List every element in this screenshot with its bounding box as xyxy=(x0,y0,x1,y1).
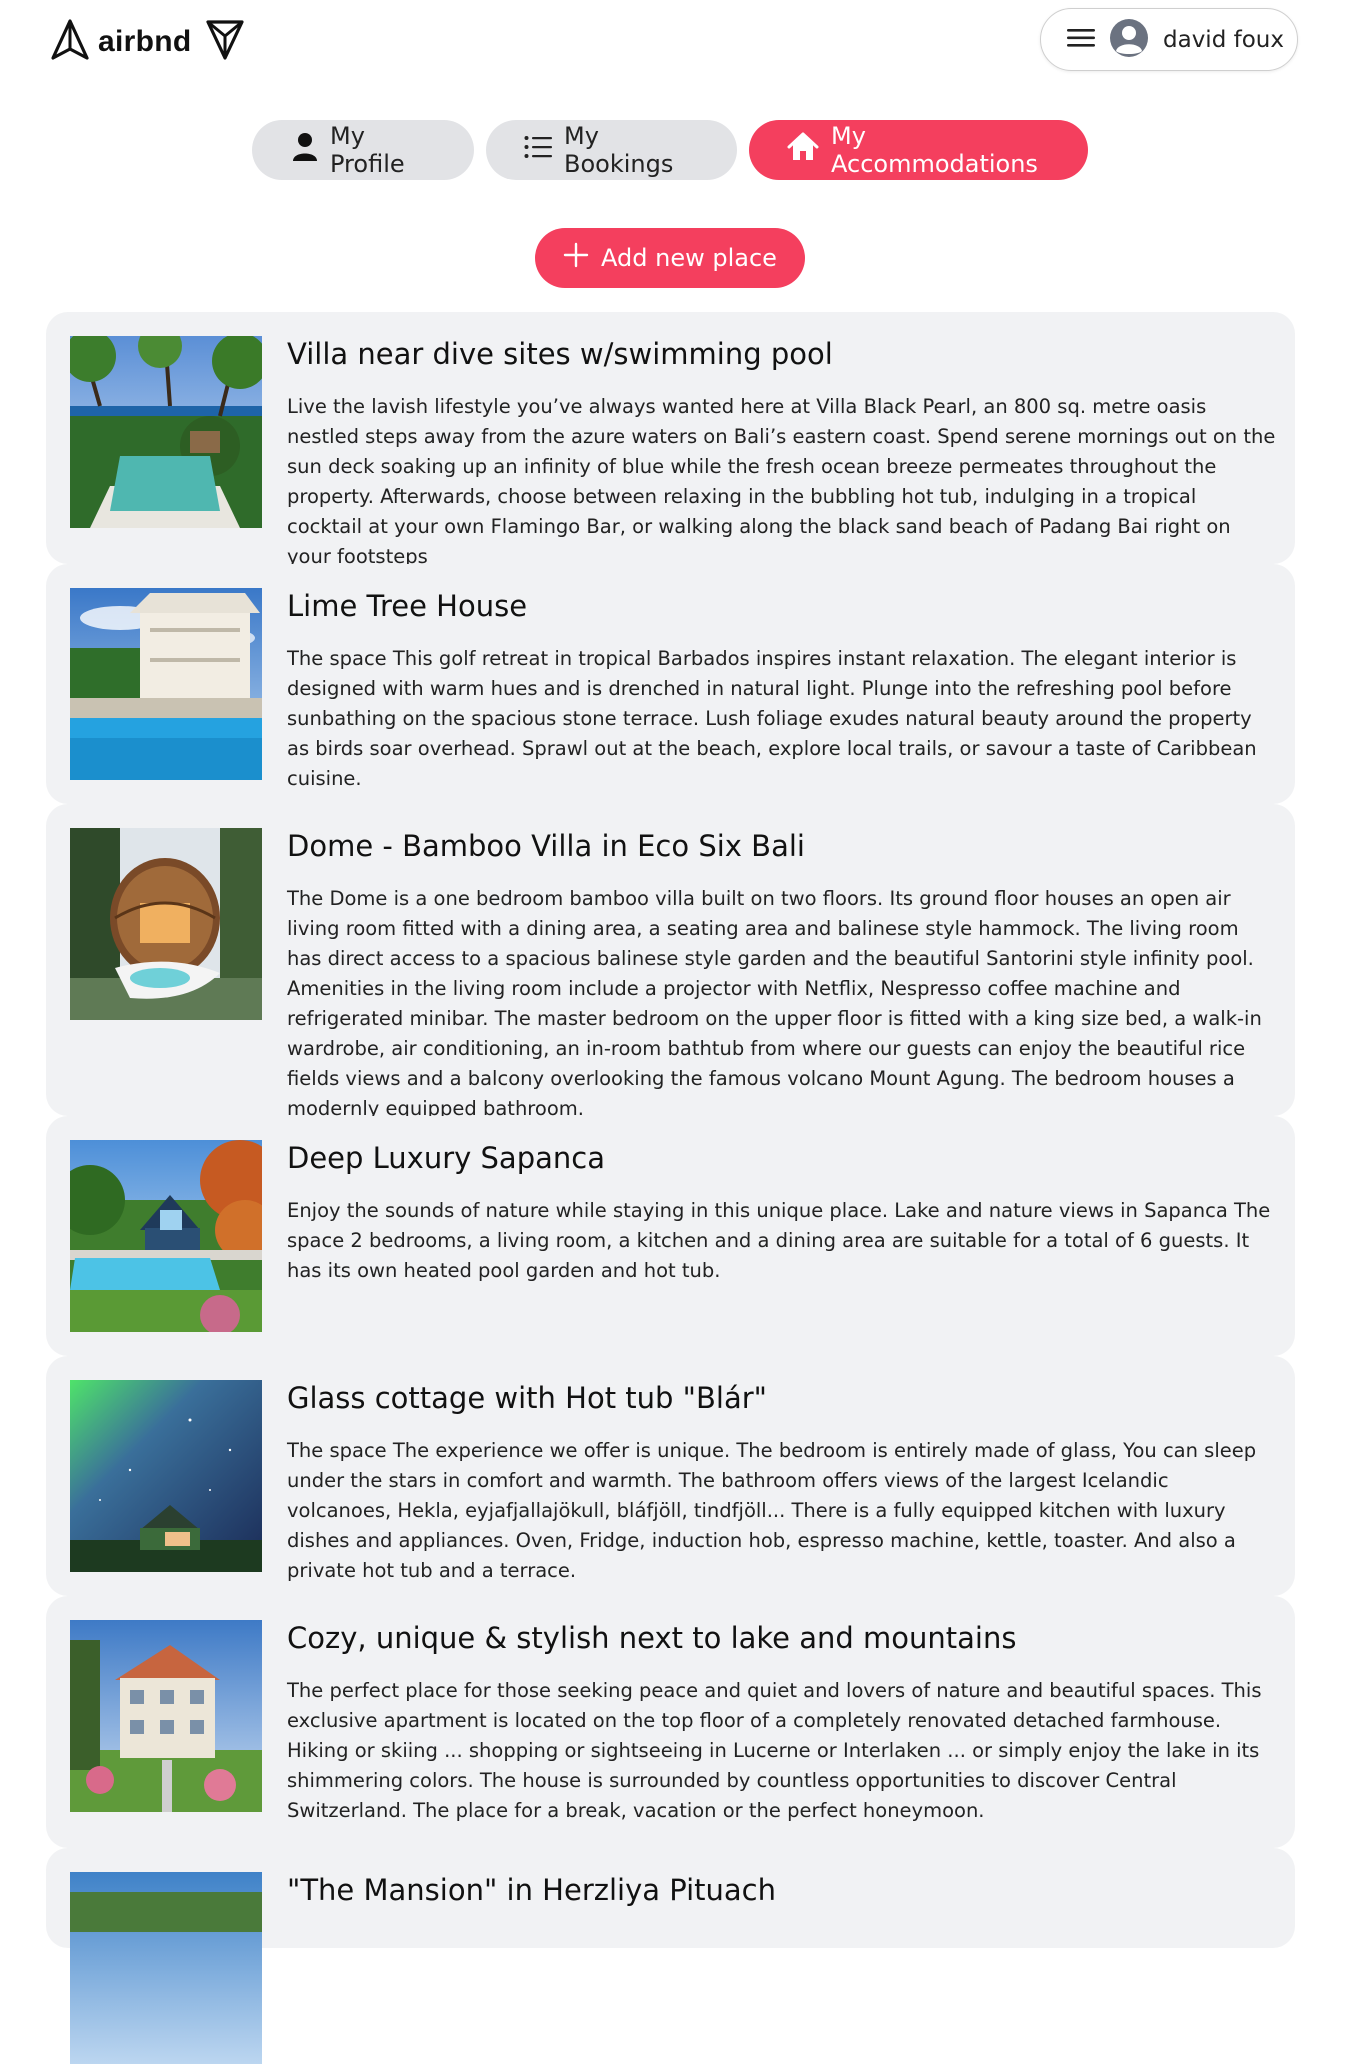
place-description: The space The experience we offer is uni… xyxy=(287,1439,1257,1582)
account-nav: My Profile My Bookings My Accommodations xyxy=(252,120,1088,180)
logo-text: airbnd xyxy=(98,25,192,58)
tab-label: My Bookings xyxy=(564,122,674,178)
place-card[interactable]: Lime Tree House The space This golf retr… xyxy=(46,564,1295,804)
place-photo xyxy=(70,1872,262,2064)
add-new-place-button[interactable]: Add new place xyxy=(535,228,805,288)
avatar-icon xyxy=(1109,18,1149,62)
user-icon xyxy=(292,132,318,168)
place-description: The space This golf retreat in tropical … xyxy=(287,647,1257,790)
place-card[interactable]: Cozy, unique & stylish next to lake and … xyxy=(46,1596,1295,1848)
place-title[interactable]: Glass cottage with Hot tub "Blár" xyxy=(287,1381,767,1415)
place-card[interactable]: Deep Luxury Sapanca Enjoy the sounds of … xyxy=(46,1116,1295,1356)
place-photo xyxy=(70,336,262,528)
hamburger-menu-icon xyxy=(1067,27,1095,53)
list-icon xyxy=(524,135,552,165)
place-title[interactable]: Cozy, unique & stylish next to lake and … xyxy=(287,1621,1016,1655)
add-new-place-label: Add new place xyxy=(601,244,777,272)
tab-my-accommodations[interactable]: My Accommodations xyxy=(749,120,1088,180)
place-title[interactable]: "The Mansion" in Herzliya Pituach xyxy=(287,1873,776,1907)
place-photo xyxy=(70,1140,262,1332)
place-card[interactable]: Villa near dive sites w/swimming pool Li… xyxy=(46,312,1295,568)
place-photo xyxy=(70,1620,262,1812)
top-header: airbnd david foux xyxy=(0,0,1351,82)
place-card[interactable]: "The Mansion" in Herzliya Pituach xyxy=(46,1848,1295,2064)
paper-plane-icon xyxy=(50,18,90,66)
user-name: david foux xyxy=(1163,26,1284,53)
place-description: Live the lavish lifestyle you’ve always … xyxy=(287,395,1276,568)
home-icon xyxy=(787,132,819,168)
place-description: The Dome is a one bedroom bamboo villa b… xyxy=(287,887,1262,1120)
place-title[interactable]: Lime Tree House xyxy=(287,589,527,623)
plus-icon xyxy=(563,242,589,274)
place-title[interactable]: Villa near dive sites w/swimming pool xyxy=(287,337,833,371)
tab-my-bookings[interactable]: My Bookings xyxy=(486,120,737,180)
tab-label: My Accommodations xyxy=(831,122,1038,178)
paper-plane-down-icon xyxy=(205,18,245,66)
tab-my-profile[interactable]: My Profile xyxy=(252,120,474,180)
place-photo xyxy=(70,828,262,1020)
place-photo xyxy=(70,1380,262,1572)
tab-label: My Profile xyxy=(330,122,405,178)
place-title[interactable]: Deep Luxury Sapanca xyxy=(287,1141,605,1175)
place-photo xyxy=(70,588,262,780)
place-card[interactable]: Glass cottage with Hot tub "Blár" The sp… xyxy=(46,1356,1295,1596)
place-description: The perfect place for those seeking peac… xyxy=(287,1679,1262,1822)
logo[interactable]: airbnd xyxy=(50,18,245,66)
user-menu-button[interactable]: david foux xyxy=(1040,8,1298,71)
place-title[interactable]: Dome - Bamboo Villa in Eco Six Bali xyxy=(287,829,805,863)
place-card[interactable]: Dome - Bamboo Villa in Eco Six Bali The … xyxy=(46,804,1295,1120)
place-description: Enjoy the sounds of nature while staying… xyxy=(287,1199,1271,1282)
